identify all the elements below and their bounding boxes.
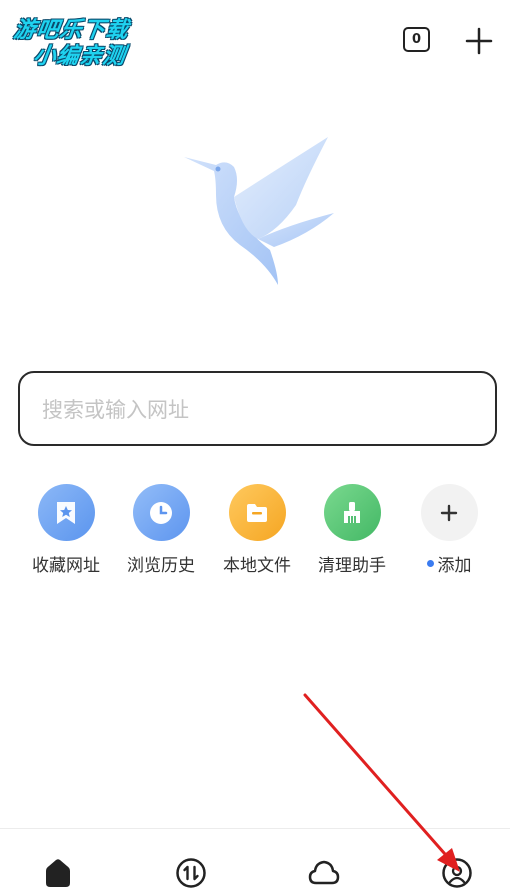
home-icon bbox=[46, 859, 70, 887]
search-placeholder: 搜索或输入网址 bbox=[42, 397, 189, 422]
tab-count-button[interactable]: 0 bbox=[403, 27, 430, 52]
bookmark-star-icon bbox=[37, 484, 95, 541]
shortcut-label: 浏览历史 bbox=[127, 556, 195, 576]
nav-profile-button[interactable] bbox=[439, 855, 475, 891]
watermark-line-2: 小编亲测 bbox=[31, 44, 128, 69]
shortcut-label: 收藏网址 bbox=[32, 556, 100, 576]
broom-icon bbox=[323, 484, 381, 541]
folder-icon bbox=[228, 484, 286, 541]
cloud-icon bbox=[308, 860, 340, 885]
nav-home-button[interactable] bbox=[40, 855, 76, 891]
shortcut-label: 添加 bbox=[437, 556, 472, 576]
shortcut-history[interactable]: 浏览历史 bbox=[113, 484, 209, 576]
shortcut-label: 清理助手 bbox=[318, 556, 386, 576]
transfer-icon bbox=[176, 858, 206, 888]
shortcut-local-files[interactable]: 本地文件 bbox=[209, 484, 305, 576]
nav-divider bbox=[0, 828, 510, 829]
hummingbird-logo-icon bbox=[184, 137, 334, 285]
shortcut-grid: 收藏网址 浏览历史 本地文件 清理助手 添加 bbox=[0, 484, 510, 584]
nav-cloud-button[interactable] bbox=[306, 855, 342, 891]
shortcut-cleaner[interactable]: 清理助手 bbox=[304, 484, 400, 576]
watermark-logo: 游吧乐下载 小编亲测 bbox=[10, 10, 145, 69]
bottom-nav bbox=[0, 840, 510, 893]
clock-icon bbox=[132, 484, 190, 541]
shortcut-bookmarks[interactable]: 收藏网址 bbox=[18, 484, 114, 576]
search-input[interactable]: 搜索或输入网址 bbox=[18, 371, 497, 446]
plus-icon bbox=[465, 27, 493, 55]
annotation-arrow-icon bbox=[303, 693, 460, 872]
profile-icon bbox=[442, 858, 472, 888]
browser-logo bbox=[178, 135, 338, 290]
nav-transfer-button[interactable] bbox=[173, 855, 209, 891]
shortcut-label: 本地文件 bbox=[223, 556, 291, 576]
plus-icon bbox=[420, 484, 478, 541]
shortcut-label-add: 添加 bbox=[426, 551, 472, 576]
new-dot-indicator bbox=[426, 560, 434, 567]
shortcut-add[interactable]: 添加 bbox=[401, 484, 497, 576]
new-tab-button[interactable] bbox=[464, 26, 494, 56]
